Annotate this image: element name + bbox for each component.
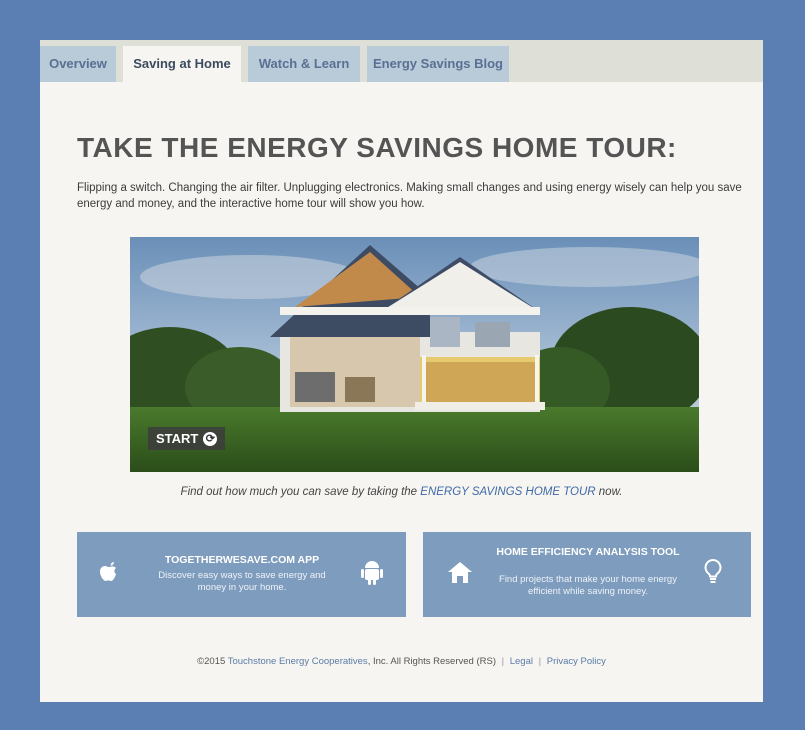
hero-caption: Find out how much you can save by taking… bbox=[40, 486, 763, 498]
home-efficiency-tool-button[interactable]: HOME EFFICIENCY ANALYSIS TOOL Find proje… bbox=[423, 532, 751, 617]
tab-watch-and-learn[interactable]: Watch & Learn bbox=[248, 46, 360, 82]
tab-saving-at-home[interactable]: Saving at Home bbox=[123, 46, 241, 82]
tab-overview[interactable]: Overview bbox=[40, 46, 116, 82]
copyright-prefix: ©2015 bbox=[197, 656, 228, 667]
android-icon bbox=[361, 561, 383, 585]
cycle-arrows-icon: ⟳ bbox=[203, 431, 218, 446]
privacy-policy-link[interactable]: Privacy Policy bbox=[547, 656, 606, 667]
page-title: TAKE THE ENERGY SAVINGS HOME TOUR: bbox=[77, 132, 677, 163]
efficiency-tool-desc: Find projects that make your home energy… bbox=[499, 574, 677, 597]
start-tour-button[interactable]: START ⟳ bbox=[148, 427, 226, 450]
app-promo-desc: Discover easy ways to save energy and mo… bbox=[158, 570, 326, 593]
app-promo-button[interactable]: TOGETHERWESAVE.COM APP Discover easy way… bbox=[77, 532, 406, 617]
caption-text: Find out how much you can save by taking… bbox=[180, 486, 421, 498]
caption-suffix: now. bbox=[595, 486, 623, 498]
tab-energy-savings-blog[interactable]: Energy Savings Blog bbox=[367, 46, 509, 82]
start-label: START bbox=[156, 431, 199, 446]
lightbulb-icon bbox=[704, 558, 722, 583]
app-promo-title: TOGETHERWESAVE.COM APP bbox=[164, 554, 320, 566]
legal-link[interactable]: Legal bbox=[510, 656, 533, 667]
page-frame: Overview Saving at Home Watch & Learn En… bbox=[40, 40, 763, 702]
touchstone-link[interactable]: Touchstone Energy Cooperatives bbox=[228, 656, 368, 667]
apple-icon bbox=[100, 562, 116, 581]
footer-divider: | bbox=[538, 656, 542, 667]
house-icon bbox=[448, 562, 472, 583]
efficiency-tool-title: HOME EFFICIENCY ANALYSIS TOOL bbox=[496, 546, 680, 558]
intro-text: Flipping a switch. Changing the air filt… bbox=[77, 182, 742, 210]
footer-divider: | bbox=[501, 656, 505, 667]
copyright-suffix: , Inc. All Rights Reserved (RS) bbox=[367, 656, 496, 667]
home-tour-link[interactable]: ENERGY SAVINGS HOME TOUR bbox=[420, 486, 595, 498]
footer: ©2015 Touchstone Energy Cooperatives, In… bbox=[40, 656, 763, 667]
home-tour-hero[interactable]: START ⟳ bbox=[130, 237, 699, 472]
tab-bar: Overview Saving at Home Watch & Learn En… bbox=[40, 40, 763, 82]
